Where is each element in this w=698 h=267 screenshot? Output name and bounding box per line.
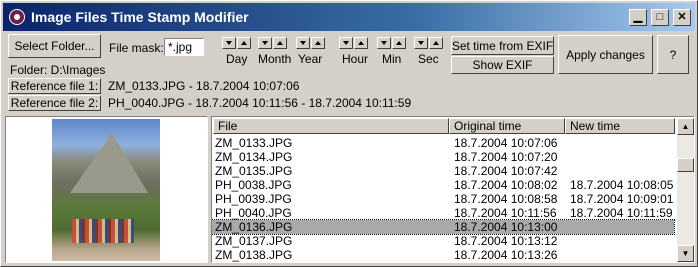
vertical-scrollbar[interactable]: ▲ ▼: [677, 118, 694, 262]
arrow-up-icon: [396, 41, 402, 45]
original-time: 18.7.2004 10:07:06: [454, 136, 558, 150]
maximize-button[interactable]: □: [651, 9, 669, 26]
file-list[interactable]: File Original time New time ZM_0133.JPG …: [211, 116, 695, 263]
table-row[interactable]: ZM_0134.JPG 18.7.2004 10:07:20: [212, 150, 674, 164]
help-button[interactable]: ?: [657, 35, 689, 74]
month-up-button[interactable]: [273, 37, 287, 49]
new-time: 18.7.2004 10:08:05: [570, 178, 674, 192]
table-row[interactable]: ZM_0133.JPG 18.7.2004 10:07:06: [212, 136, 674, 150]
table-row-selected[interactable]: ZM_0136.JPG 18.7.2004 10:13:00: [212, 219, 675, 235]
hour-down-button[interactable]: [339, 37, 353, 49]
original-time: 18.7.2004 10:08:58: [454, 192, 558, 206]
arrow-down-icon: [343, 41, 349, 45]
original-time: 18.7.2004 10:08:02: [454, 178, 558, 192]
table-row[interactable]: ZM_0137.JPG 18.7.2004 10:13:12: [212, 234, 674, 248]
year-up-button[interactable]: [311, 37, 325, 49]
sec-down-button[interactable]: [414, 37, 428, 49]
set-time-from-exif-button[interactable]: Set time from EXIF: [451, 36, 554, 55]
arrow-down-icon: [226, 41, 232, 45]
day-up-button[interactable]: [237, 37, 251, 49]
file-name: ZM_0133.JPG: [215, 136, 293, 150]
preview-photo: [52, 119, 160, 261]
original-time: 18.7.2004 10:13:00: [454, 220, 558, 234]
arrow-down-icon: [262, 41, 268, 45]
hour-up-button[interactable]: [354, 37, 368, 49]
arrow-down-icon: [418, 41, 424, 45]
arrow-up-icon: [433, 41, 439, 45]
table-row[interactable]: PH_0038.JPG 18.7.2004 10:08:02 18.7.2004…: [212, 178, 674, 192]
arrow-up-icon: [315, 41, 321, 45]
arrow-up-icon: [277, 41, 283, 45]
select-folder-button[interactable]: Select Folder...: [8, 34, 101, 58]
scroll-thumb[interactable]: [677, 158, 694, 172]
arrow-down-icon: [381, 41, 387, 45]
day-down-button[interactable]: [222, 37, 236, 49]
app-window: Image Files Time Stamp Modifier ▁ □ ✕ Se…: [0, 0, 698, 267]
year-down-button[interactable]: [296, 37, 310, 49]
original-time: 18.7.2004 10:11:56: [454, 206, 557, 220]
file-name: PH_0040.JPG: [215, 206, 292, 220]
arrow-up-icon: [358, 41, 364, 45]
sec-up-button[interactable]: [429, 37, 443, 49]
reference-file-1-value: ZM_0133.JPG - 18.7.2004 10:07:06: [108, 79, 300, 93]
year-label: Year: [298, 52, 323, 66]
new-time: 18.7.2004 10:09:01: [570, 192, 674, 206]
file-name: ZM_0134.JPG: [215, 150, 293, 164]
day-label: Day: [226, 52, 248, 66]
original-time: 18.7.2004 10:07:42: [454, 164, 558, 178]
sec-label: Sec: [418, 52, 439, 66]
original-time: 18.7.2004 10:13:12: [454, 234, 558, 248]
file-name: ZM_0136.JPG: [215, 220, 293, 234]
column-header-new-time[interactable]: New time: [565, 118, 675, 134]
new-time: 18.7.2004 10:11:59: [570, 206, 673, 220]
arrow-down-icon: [300, 41, 306, 45]
column-header-original-time[interactable]: Original time: [449, 118, 565, 134]
show-exif-button[interactable]: Show EXIF: [451, 56, 554, 74]
folder-path: Folder: D:\Images: [10, 63, 106, 77]
table-row[interactable]: PH_0039.JPG 18.7.2004 10:08:58 18.7.2004…: [212, 192, 674, 206]
image-preview: [5, 116, 208, 263]
table-row[interactable]: PH_0040.JPG 18.7.2004 10:11:56 18.7.2004…: [212, 206, 674, 220]
file-name: PH_0038.JPG: [215, 178, 292, 192]
close-button[interactable]: ✕: [673, 9, 691, 26]
file-name: PH_0039.JPG: [215, 192, 292, 206]
file-name: ZM_0137.JPG: [215, 234, 293, 248]
month-label: Month: [258, 52, 292, 66]
reference-file-2-button[interactable]: Reference file 2:: [8, 95, 101, 111]
min-down-button[interactable]: [377, 37, 391, 49]
hour-label: Hour: [342, 52, 369, 66]
apply-changes-button[interactable]: Apply changes: [558, 35, 653, 74]
window-title: Image Files Time Stamp Modifier: [31, 9, 249, 25]
file-name: ZM_0138.JPG: [215, 248, 293, 262]
scroll-up-icon[interactable]: ▲: [677, 118, 694, 135]
scroll-down-icon[interactable]: ▼: [677, 245, 694, 262]
table-row[interactable]: ZM_0135.JPG 18.7.2004 10:07:42: [212, 164, 674, 178]
file-mask-label: File mask:: [109, 41, 164, 55]
column-header-file[interactable]: File: [213, 118, 449, 134]
file-name: ZM_0135.JPG: [215, 164, 293, 178]
original-time: 18.7.2004 10:13:26: [454, 248, 558, 262]
month-down-button[interactable]: [258, 37, 272, 49]
app-icon: [9, 9, 25, 25]
original-time: 18.7.2004 10:07:20: [454, 150, 558, 164]
arrow-up-icon: [241, 41, 247, 45]
reference-file-1-button[interactable]: Reference file 1:: [8, 78, 101, 94]
min-label: Min: [382, 52, 402, 66]
minimize-button[interactable]: ▁: [629, 9, 647, 26]
table-row[interactable]: ZM_0138.JPG 18.7.2004 10:13:26: [212, 248, 674, 262]
title-bar[interactable]: Image Files Time Stamp Modifier ▁ □ ✕: [3, 3, 695, 31]
hiking-group: [72, 219, 134, 243]
min-up-button[interactable]: [392, 37, 406, 49]
mountain-peak: [70, 133, 148, 193]
file-mask-input[interactable]: *.jpg: [164, 38, 204, 56]
reference-file-2-value: PH_0040.JPG - 18.7.2004 10:11:56 - 18.7.…: [108, 96, 412, 110]
